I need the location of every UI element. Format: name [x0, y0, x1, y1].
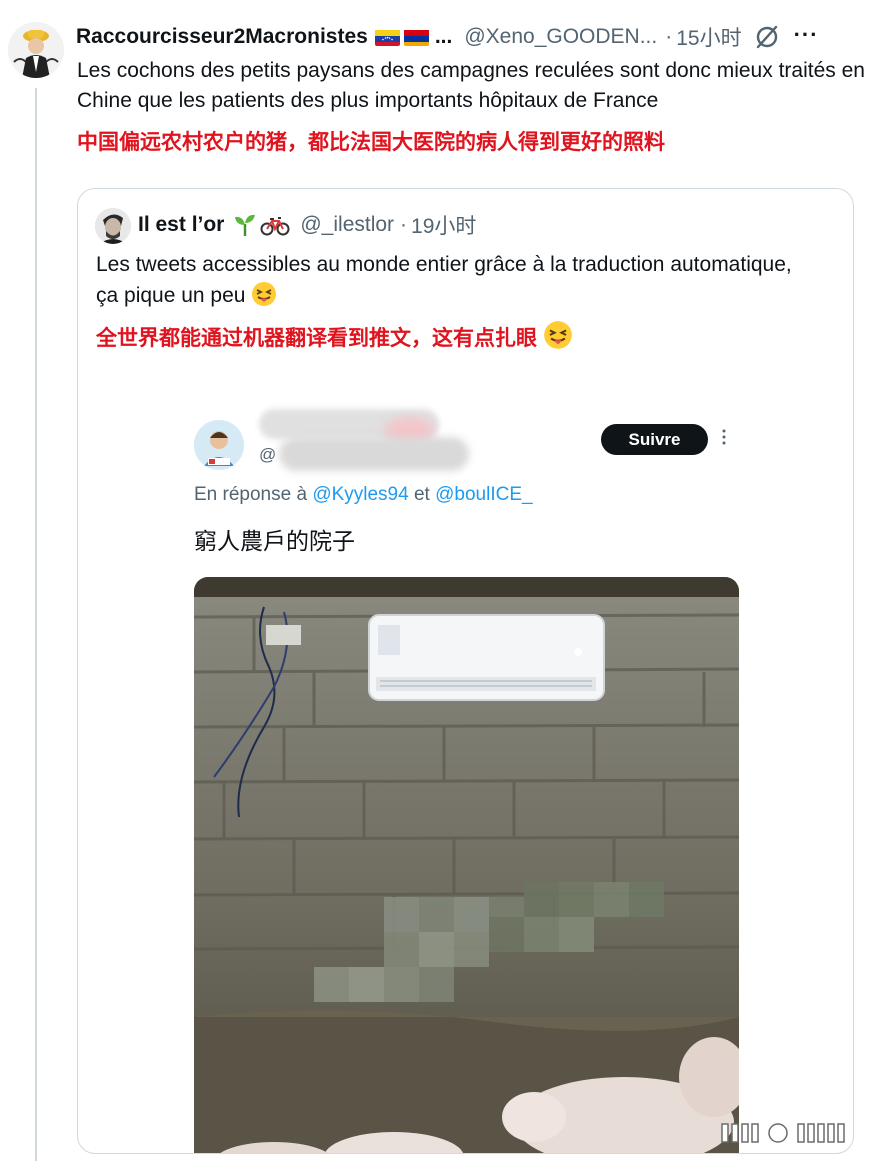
reply-context: En réponse à @Kyyles94 et @boulICE_: [194, 484, 533, 506]
avatar-image: [8, 22, 64, 78]
quoted-author-display-name[interactable]: Il est l’or: [138, 213, 224, 237]
tweet-translation-annotation: 中国偏远农村农户的猪，都比法国大医院的病人得到更好的照料: [77, 130, 665, 154]
reply-user-link[interactable]: @Kyyles94: [312, 484, 408, 505]
follow-button[interactable]: Suivre: [601, 424, 708, 455]
quoted-author-handle[interactable]: @_ilestlor: [300, 213, 394, 237]
reply-prefix: En réponse à: [194, 484, 308, 505]
quoted-tweet-text: Les tweets accessibles au monde entier g…: [96, 253, 792, 307]
tweet-timestamp[interactable]: 15小时: [676, 22, 741, 52]
quoted-translation-text: 全世界都能通过机器翻译看到推文，这有点扎眼: [96, 326, 537, 350]
venezuela-flag-icon: [374, 29, 400, 46]
squinting-tongue-emoji-icon: [544, 321, 572, 349]
pigsty-photo-image: [194, 577, 739, 1153]
blurred-handle: [279, 437, 469, 471]
tweet-header: Raccourcisseur2Macronistes ... @Xeno_GOO…: [76, 22, 876, 52]
author-display-name[interactable]: Raccourcisseur2Macronistes: [76, 25, 368, 49]
embedded-tweet-text: 窮人農戶的院子: [194, 529, 355, 555]
more-options-icon[interactable]: [722, 427, 726, 447]
quoted-author-avatar[interactable]: [95, 208, 131, 244]
author-handle[interactable]: @Xeno_GOODEN...: [464, 25, 657, 49]
reply-and: et: [413, 484, 430, 505]
seedling-icon: [235, 214, 256, 236]
separator-dot: ·: [400, 213, 408, 236]
watermark-logo: [718, 1118, 868, 1146]
squinting-tongue-emoji-icon: [252, 282, 277, 306]
more-options-icon[interactable]: ···: [794, 22, 819, 48]
thread-connector-line: [35, 88, 37, 1161]
embedded-handle-prefix: @: [259, 445, 277, 464]
author-avatar[interactable]: [8, 22, 64, 78]
quoted-tweet-translation-annotation: 全世界都能通过机器翻译看到推文，这有点扎眼: [96, 320, 573, 354]
armenia-flag-icon: [403, 29, 429, 46]
embedded-tweet-screenshot[interactable]: @ Suivre En réponse à @Kyyles94 et @boul…: [179, 387, 753, 1153]
quoted-tweet-body: Les tweets accessibles au monde entier g…: [96, 249, 796, 311]
quoted-tweet-timestamp[interactable]: 19小时: [411, 210, 476, 240]
embedded-author-avatar: [194, 420, 244, 470]
pigsty-photo[interactable]: [194, 577, 739, 1153]
grok-icon[interactable]: [754, 24, 780, 50]
quoted-tweet-card[interactable]: Il est l’or @_ilestlor · 19小时 Les tweets…: [77, 188, 854, 1154]
name-ellipsis: ...: [434, 25, 453, 48]
separator-dot: ·: [665, 25, 673, 48]
tweet-body: Les cochons des petits paysans des campa…: [77, 59, 865, 112]
reply-user-link[interactable]: @boulICE_: [435, 484, 532, 505]
bicycle-icon: [260, 217, 290, 236]
quoted-tweet-header: Il est l’or @_ilestlor · 19小时: [138, 210, 476, 240]
